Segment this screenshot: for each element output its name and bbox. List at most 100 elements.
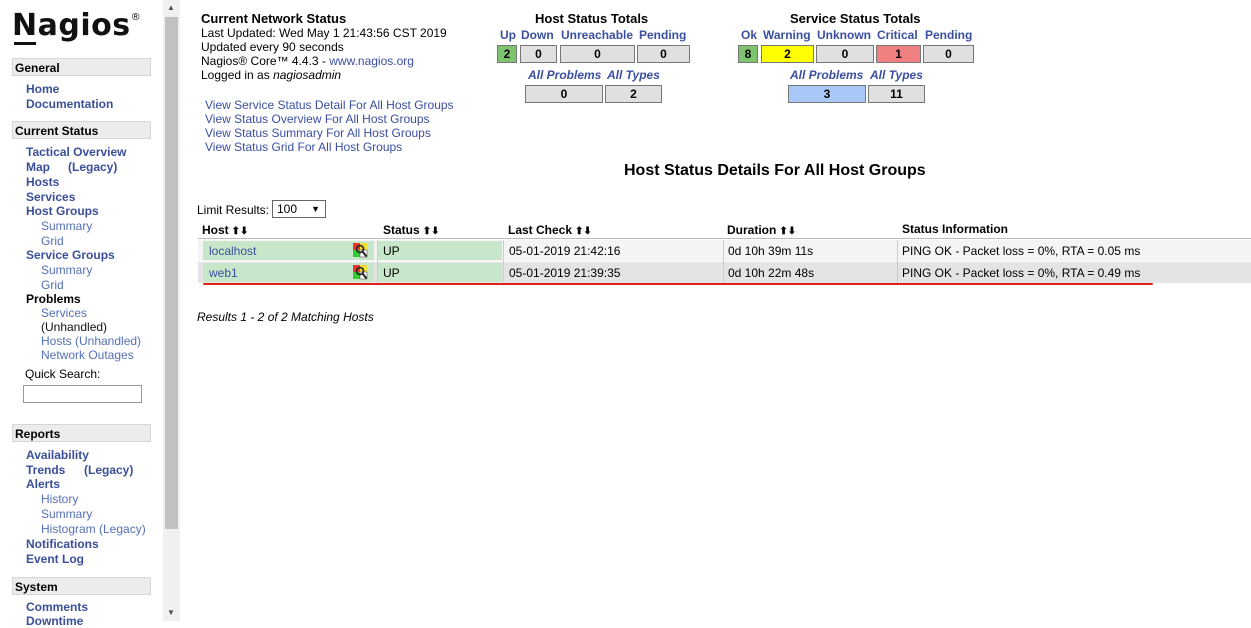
column-header-last-check[interactable]: Last Check ⬆⬇: [508, 223, 592, 237]
host-up-count[interactable]: 2: [497, 45, 517, 63]
column-duration-label: Duration: [727, 223, 777, 237]
nagios-org-link[interactable]: www.nagios.org: [329, 54, 414, 68]
service-pending-header[interactable]: Pending: [925, 28, 972, 42]
service-ok-header[interactable]: Ok: [741, 28, 757, 42]
host-link-web1[interactable]: web1: [209, 266, 238, 280]
view-status-grid-link[interactable]: View Status Grid For All Host Groups: [205, 140, 402, 154]
sidebar-link-host-groups[interactable]: Host Groups: [26, 204, 99, 218]
results-count-text: Results 1 - 2 of 2 Matching Hosts: [197, 310, 374, 324]
sidebar-link-home[interactable]: Home: [26, 82, 59, 96]
service-unknown-header[interactable]: Unknown: [817, 28, 871, 42]
sidebar-link-alert-history[interactable]: History: [41, 492, 78, 506]
sidebar-link-servicegroup-summary[interactable]: Summary: [41, 263, 92, 277]
host-link-localhost[interactable]: localhost: [209, 244, 256, 258]
sort-arrows-icon[interactable]: ⬆⬇: [423, 226, 440, 237]
status-information-text: PING OK - Packet loss = 0%, RTA = 0.49 m…: [902, 266, 1141, 280]
sidebar-link-availability[interactable]: Availability: [26, 448, 89, 462]
column-header-host[interactable]: Host ⬆⬇: [202, 223, 248, 237]
sidebar-link-servicegroup-grid[interactable]: Grid: [41, 278, 64, 292]
service-all-problems-header[interactable]: All Problems: [790, 68, 863, 82]
host-up-header[interactable]: Up: [500, 28, 516, 42]
sidebar-link-trends-legacy[interactable]: (Legacy): [84, 463, 133, 477]
column-header-duration[interactable]: Duration ⬆⬇: [727, 223, 796, 237]
host-down-header[interactable]: Down: [521, 28, 554, 42]
host-pending-count[interactable]: 0: [637, 45, 690, 63]
service-all-problems-count[interactable]: 3: [788, 85, 866, 103]
sidebar-link-hosts-unhandled[interactable]: (Unhandled): [75, 334, 141, 348]
sidebar-link-network-outages[interactable]: Network Outages: [41, 348, 134, 362]
service-ok-count[interactable]: 8: [738, 45, 758, 63]
sidebar-scrollbar[interactable]: ▲ ▼: [163, 0, 180, 621]
quick-search-input[interactable]: [23, 385, 142, 403]
sidebar-link-notifications[interactable]: Notifications: [26, 537, 99, 551]
host-service-details-icon[interactable]: [352, 264, 368, 280]
sidebar-link-map-legacy[interactable]: (Legacy): [68, 160, 117, 174]
scroll-down-arrow-icon[interactable]: ▼: [167, 608, 175, 617]
host-service-details-icon[interactable]: [352, 242, 368, 258]
service-all-types-count[interactable]: 11: [868, 85, 925, 103]
sidebar-link-alerts[interactable]: Alerts: [26, 477, 60, 491]
sidebar-link-alert-histogram[interactable]: Histogram (Legacy): [41, 522, 146, 536]
host-all-types-count[interactable]: 2: [605, 85, 662, 103]
duration-text: 0d 10h 39m 11s: [728, 244, 814, 258]
sidebar-link-hosts[interactable]: Hosts: [26, 175, 59, 189]
sidebar-section-reports: Reports: [12, 424, 151, 442]
scroll-up-arrow-icon[interactable]: ▲: [167, 3, 175, 12]
service-critical-count[interactable]: 1: [876, 45, 921, 63]
logged-in-text: Logged in as nagiosadmin: [201, 68, 341, 82]
table-header-divider: [198, 238, 1251, 239]
logged-in-user: nagiosadmin: [273, 68, 342, 82]
host-unreachable-header[interactable]: Unreachable: [561, 28, 633, 42]
column-last-check-label: Last Check: [508, 223, 573, 237]
sort-arrows-icon[interactable]: ⬆⬇: [232, 226, 249, 237]
host-all-problems-count[interactable]: 0: [525, 85, 603, 103]
service-critical-header[interactable]: Critical: [877, 28, 918, 42]
column-divider: [377, 240, 378, 283]
sort-arrows-icon[interactable]: ⬆⬇: [575, 226, 592, 237]
sidebar-link-event-log[interactable]: Event Log: [26, 552, 84, 566]
host-unreachable-count[interactable]: 0: [560, 45, 635, 63]
sidebar-link-services[interactable]: Services: [26, 190, 75, 204]
host-pending-header[interactable]: Pending: [639, 28, 686, 42]
column-divider: [723, 240, 724, 283]
sort-arrows-icon[interactable]: ⬆⬇: [779, 226, 796, 237]
update-interval-text: Updated every 90 seconds: [201, 40, 344, 54]
sidebar-link-map[interactable]: Map: [26, 160, 50, 174]
service-warning-count[interactable]: 2: [761, 45, 814, 63]
nagios-logo[interactable]: Nagios®: [12, 8, 141, 45]
limit-results-select[interactable]: 100 ▼: [272, 200, 326, 218]
view-status-summary-link[interactable]: View Status Summary For All Host Groups: [205, 126, 431, 140]
core-version-label: Nagios® Core™ 4.4.3 -: [201, 54, 330, 68]
column-header-status[interactable]: Status ⬆⬇: [383, 223, 439, 237]
host-down-count[interactable]: 0: [520, 45, 557, 63]
column-divider: [897, 240, 898, 283]
host-all-problems-header[interactable]: All Problems: [528, 68, 601, 82]
service-unknown-count[interactable]: 0: [816, 45, 874, 63]
sidebar-link-documentation[interactable]: Documentation: [26, 97, 113, 111]
sidebar-link-problem-services[interactable]: Services: [41, 306, 87, 320]
sidebar: Nagios® General Home Documentation Curre…: [0, 0, 163, 628]
host-all-types-header[interactable]: All Types: [607, 68, 660, 82]
current-network-status-title: Current Network Status: [201, 11, 347, 26]
view-service-detail-link[interactable]: View Service Status Detail For All Host …: [205, 98, 454, 112]
sidebar-section-general: General: [12, 58, 151, 76]
sidebar-link-downtime[interactable]: Downtime: [26, 614, 83, 628]
column-header-status-information: Status Information: [902, 222, 1009, 236]
sidebar-link-trends[interactable]: Trends: [26, 463, 65, 477]
sidebar-link-hostgroup-grid[interactable]: Grid: [41, 234, 64, 248]
sidebar-link-problem-hosts[interactable]: Hosts: [41, 334, 72, 348]
service-pending-count[interactable]: 0: [923, 45, 974, 63]
sidebar-link-hostgroup-summary[interactable]: Summary: [41, 219, 92, 233]
sidebar-link-service-groups[interactable]: Service Groups: [26, 248, 115, 262]
sidebar-link-comments[interactable]: Comments: [26, 600, 88, 614]
sidebar-link-alert-summary[interactable]: Summary: [41, 507, 92, 521]
sidebar-link-tactical-overview[interactable]: Tactical Overview: [26, 145, 127, 159]
service-warning-header[interactable]: Warning: [763, 28, 811, 42]
host-status-text: UP: [383, 266, 400, 280]
scrollbar-thumb[interactable]: [165, 17, 178, 529]
view-status-overview-link[interactable]: View Status Overview For All Host Groups: [205, 112, 430, 126]
limit-results-label: Limit Results:: [197, 203, 270, 217]
service-all-types-header[interactable]: All Types: [870, 68, 923, 82]
sidebar-link-services-unhandled[interactable]: (Unhandled): [41, 320, 107, 334]
last-check-text: 05-01-2019 21:39:35: [509, 266, 621, 280]
